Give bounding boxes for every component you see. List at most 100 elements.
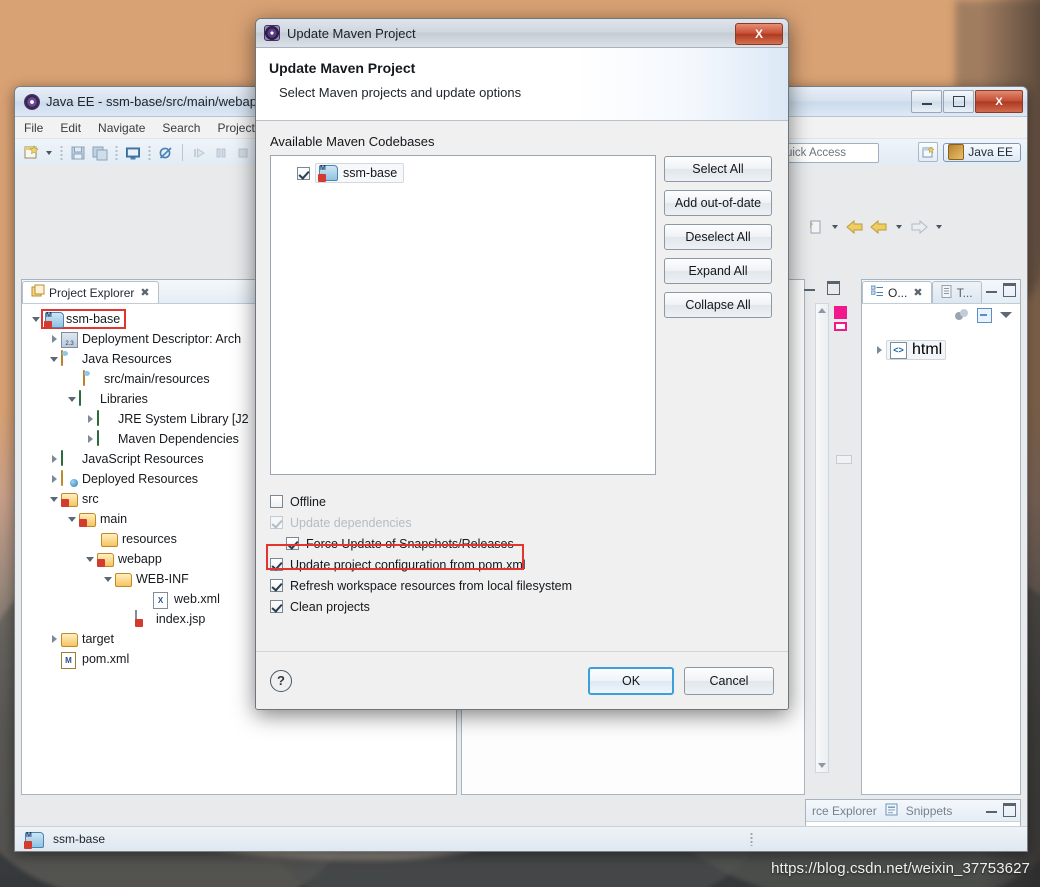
expand-arrow-icon[interactable] — [29, 316, 43, 322]
pom-file-icon: M — [61, 651, 78, 669]
option-update-project-configuration[interactable]: Update project configuration from pom.xm… — [270, 554, 774, 575]
menu-item-project[interactable]: Project — [217, 121, 254, 135]
scroll-down-icon[interactable] — [818, 763, 826, 768]
menu-item-search[interactable]: Search — [162, 121, 200, 135]
expand-arrow-icon[interactable] — [47, 356, 61, 362]
add-out-of-date-button[interactable]: Add out-of-date — [664, 190, 772, 216]
status-resize-handle[interactable] — [750, 832, 753, 846]
ok-button[interactable]: OK — [588, 666, 674, 695]
nav-toolbar — [805, 217, 945, 237]
expand-arrow-icon[interactable] — [83, 556, 97, 562]
close-button[interactable]: X — [975, 90, 1023, 113]
tab-outline[interactable]: O... ✖ — [862, 281, 932, 303]
skip-breakpoints-icon[interactable] — [156, 143, 176, 163]
minimize-icon[interactable] — [986, 808, 997, 813]
expand-arrow-icon[interactable] — [47, 635, 61, 643]
dialog-close-button[interactable]: X — [735, 23, 783, 45]
expand-arrow-icon[interactable] — [65, 396, 79, 402]
tree-label: ssm-base — [66, 312, 121, 326]
outline-tree[interactable]: <> html — [862, 326, 1020, 360]
maximize-icon[interactable] — [827, 281, 840, 295]
expand-arrow-icon[interactable] — [47, 475, 61, 483]
close-icon[interactable]: ✖ — [913, 286, 922, 299]
eclipse-window-title: Java EE - ssm-base/src/main/webapp — [46, 94, 265, 109]
option-refresh-workspace[interactable]: Refresh workspace resources from local f… — [270, 575, 774, 596]
offline-checkbox[interactable] — [270, 495, 283, 508]
task-icon — [941, 284, 953, 301]
minimize-icon[interactable] — [986, 288, 997, 293]
option-offline[interactable]: Offline — [270, 491, 774, 512]
tree-label: src/main/resources — [104, 372, 210, 386]
menu-item-edit[interactable]: Edit — [60, 121, 81, 135]
expand-arrow-icon[interactable] — [872, 346, 886, 354]
collapse-all-button[interactable]: Collapse All — [664, 292, 772, 318]
save-all-icon[interactable] — [90, 143, 110, 163]
back-history-icon[interactable] — [869, 217, 889, 237]
new-wizard-icon[interactable] — [21, 143, 41, 163]
option-force-update[interactable]: Force Update of Snapshots/Releases — [270, 533, 774, 554]
tree-label: JavaScript Resources — [82, 452, 204, 466]
clean-projects-checkbox[interactable] — [270, 600, 283, 613]
back-dropdown-icon[interactable] — [896, 225, 902, 229]
tab-snippets[interactable]: Snippets — [906, 804, 953, 818]
force-update-checkbox[interactable] — [286, 537, 299, 550]
console-icon[interactable] — [123, 143, 143, 163]
expand-arrow-icon[interactable] — [101, 576, 115, 582]
save-icon[interactable] — [68, 143, 88, 163]
new-wizard-dropdown-icon[interactable] — [46, 150, 52, 155]
library-icon — [97, 430, 114, 447]
dialog-titlebar[interactable]: Update Maven Project X — [256, 19, 788, 48]
tab-tasks[interactable]: T... — [931, 281, 982, 303]
overview-ruler-marker[interactable] — [834, 322, 847, 331]
dialog-subheading: Select Maven projects and update options — [279, 85, 522, 100]
cancel-button[interactable]: Cancel — [684, 666, 774, 695]
forward-icon[interactable] — [909, 217, 929, 237]
maximize-icon[interactable] — [1003, 283, 1016, 297]
maximize-button[interactable] — [943, 90, 974, 113]
deselect-all-button[interactable]: Deselect All — [664, 224, 772, 250]
overview-ruler-marker[interactable] — [834, 306, 847, 319]
tab-source-explorer[interactable]: rce Explorer — [812, 804, 877, 818]
tree-label: resources — [122, 532, 177, 546]
toolbar-separator — [148, 144, 151, 161]
expand-arrow-icon[interactable] — [47, 455, 61, 463]
open-type-icon[interactable] — [805, 217, 825, 237]
refresh-workspace-checkbox[interactable] — [270, 579, 283, 592]
update-project-config-checkbox[interactable] — [270, 558, 283, 571]
available-codebases-list[interactable]: ssm-base — [270, 155, 656, 475]
codebase-row-ssm-base[interactable]: ssm-base — [297, 163, 655, 183]
scroll-up-icon[interactable] — [818, 308, 826, 313]
codebase-checkbox[interactable] — [297, 166, 310, 180]
menu-item-file[interactable]: File — [24, 121, 43, 135]
option-clean-projects[interactable]: Clean projects — [270, 596, 774, 617]
option-label: Update dependencies — [290, 515, 412, 530]
outline-row-html[interactable]: <> html — [872, 340, 1020, 360]
expand-all-button[interactable]: Expand All — [664, 258, 772, 284]
perspective-java-ee[interactable]: Java EE — [943, 142, 1021, 162]
open-type-dropdown-icon[interactable] — [832, 225, 838, 229]
tree-label: webapp — [118, 552, 162, 566]
sort-icon[interactable] — [955, 309, 969, 321]
tab-project-explorer[interactable]: Project Explorer ✖ — [22, 281, 159, 303]
help-icon[interactable]: ? — [270, 669, 292, 692]
minimize-button[interactable] — [911, 90, 942, 113]
tree-label: Libraries — [100, 392, 148, 406]
minimize-icon[interactable] — [804, 286, 815, 291]
menu-item-navigate[interactable]: Navigate — [98, 121, 145, 135]
expand-arrow-icon[interactable] — [83, 415, 97, 423]
maximize-icon[interactable] — [1003, 803, 1016, 817]
open-perspective-icon[interactable] — [918, 142, 939, 162]
forward-dropdown-icon[interactable] — [936, 225, 942, 229]
editor-vertical-scrollbar[interactable] — [815, 303, 829, 773]
collapse-all-icon[interactable] — [977, 307, 992, 323]
view-menu-icon[interactable] — [1000, 312, 1012, 318]
expand-arrow-icon[interactable] — [47, 335, 61, 343]
back-icon[interactable] — [845, 217, 865, 237]
toolbar-separator — [115, 144, 118, 161]
deployment-descriptor-icon: 2.3 — [61, 331, 78, 348]
expand-arrow-icon[interactable] — [83, 435, 97, 443]
expand-arrow-icon[interactable] — [47, 496, 61, 502]
select-all-button[interactable]: Select All — [664, 156, 772, 182]
expand-arrow-icon[interactable] — [65, 516, 79, 522]
close-icon[interactable]: ✖ — [140, 286, 149, 299]
